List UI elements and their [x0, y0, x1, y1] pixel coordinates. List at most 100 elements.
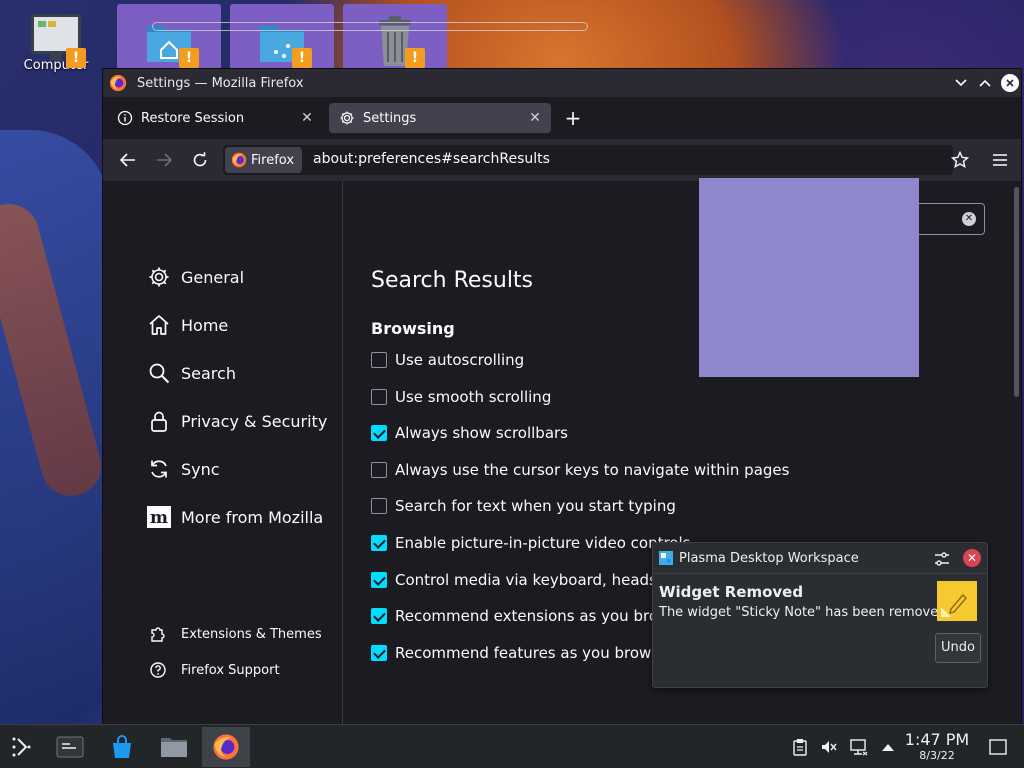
show-hidden-icons-button[interactable]: [878, 737, 898, 757]
reload-button[interactable]: [189, 149, 211, 171]
sidebar-item-home[interactable]: Home: [147, 313, 228, 337]
tab-restore-session[interactable]: Restore Session ✕: [107, 103, 323, 133]
help-icon: [149, 661, 167, 679]
file-manager-button[interactable]: [152, 727, 196, 767]
gear-icon: [340, 111, 354, 125]
notification-popup: Plasma Desktop Workspace ✕ Widget Remove…: [652, 542, 988, 688]
sync-icon: [147, 457, 171, 481]
option-search-when-typing[interactable]: Search for text when you start typing: [371, 497, 676, 515]
identity-box[interactable]: Firefox: [225, 147, 303, 173]
notification-header: Plasma Desktop Workspace ✕: [653, 543, 987, 573]
option-show-scrollbars[interactable]: Always show scrollbars: [371, 424, 568, 442]
tab-settings[interactable]: Settings ✕: [329, 103, 551, 133]
minimize-button[interactable]: [951, 73, 971, 93]
option-recommend-extensions[interactable]: Recommend extensions as you browse: [371, 607, 687, 625]
sidebar-item-search[interactable]: Search: [147, 361, 236, 385]
url-text[interactable]: about:preferences#searchResults: [313, 151, 550, 167]
bookmark-star-button[interactable]: [949, 149, 971, 171]
option-autoscrolling[interactable]: Use autoscrolling: [371, 351, 524, 369]
desktop-icon-home-folder[interactable]: !: [117, 4, 221, 70]
discover-button[interactable]: [100, 727, 144, 767]
checkbox-checked[interactable]: [371, 645, 387, 661]
checkbox-checked[interactable]: [371, 425, 387, 441]
app-menu-button[interactable]: [989, 149, 1011, 171]
firefox-taskbar-button[interactable]: [202, 727, 250, 767]
notification-divider: [653, 573, 987, 574]
checkbox[interactable]: [371, 462, 387, 478]
option-smooth-scrolling[interactable]: Use smooth scrolling: [371, 388, 551, 406]
sidebar-firefox-support[interactable]: Firefox Support: [149, 661, 280, 679]
desktop-icon-computer[interactable]: ! Computer: [20, 14, 92, 73]
option-label: Recommend extensions as you browse: [395, 607, 688, 625]
option-picture-in-picture[interactable]: Enable picture-in-picture video controls: [371, 534, 690, 552]
sidebar-item-sync[interactable]: Sync: [147, 457, 220, 481]
desktop-icon-trash[interactable]: !: [343, 4, 447, 70]
window-switcher-icon: [56, 736, 84, 758]
tab-label: Restore Session: [141, 110, 245, 126]
tab-close-icon[interactable]: ✕: [527, 110, 543, 126]
checkbox-checked[interactable]: [371, 608, 387, 624]
checkbox-checked[interactable]: [371, 535, 387, 551]
overlay-rectangle: [699, 178, 919, 377]
network-tray-icon[interactable]: [849, 737, 869, 757]
back-button[interactable]: [117, 149, 139, 171]
digital-clock[interactable]: 1:47 PM 8/3/22: [900, 731, 974, 763]
checkbox-checked[interactable]: [371, 572, 387, 588]
option-label: Recommend features as you browse: [395, 644, 669, 662]
search-icon: [147, 361, 171, 385]
notification-close-button[interactable]: ✕: [963, 549, 981, 567]
sidebar-item-label: Privacy & Security: [181, 411, 328, 431]
task-switcher-button[interactable]: [48, 727, 92, 767]
undo-button[interactable]: Undo: [935, 633, 981, 663]
close-window-button[interactable]: [1001, 74, 1019, 92]
forward-button[interactable]: [153, 149, 175, 171]
sidebar-item-more-from-mozilla[interactable]: m More from Mozilla: [147, 505, 323, 529]
clear-search-icon[interactable]: ✕: [962, 212, 976, 226]
scrollbar[interactable]: [1011, 181, 1021, 725]
sidebar-extensions-themes[interactable]: Extensions & Themes: [149, 625, 322, 643]
sidebar-item-label: Search: [181, 363, 236, 383]
shopping-bag-icon: [113, 735, 131, 758]
sidebar-item-label: General: [181, 267, 245, 287]
folder-icon: [161, 738, 187, 757]
configure-icon[interactable]: [933, 550, 951, 568]
notification-body: The widget "Sticky Note" has been remove…: [659, 605, 951, 620]
warning-badge-icon: !: [66, 48, 86, 68]
reload-icon: [193, 152, 207, 167]
titlebar[interactable]: Settings — Mozilla Firefox: [103, 69, 1021, 97]
speaker-muted-icon: [822, 741, 837, 753]
firefox-logo-icon: [109, 74, 127, 92]
tab-close-icon[interactable]: ✕: [299, 110, 315, 126]
arrow-right-icon: [157, 153, 172, 167]
checkbox[interactable]: [371, 389, 387, 405]
scrollbar-thumb[interactable]: [1014, 187, 1019, 397]
clipboard-tray-icon[interactable]: [790, 737, 810, 757]
section-heading-browsing: Browsing: [371, 319, 455, 338]
option-recommend-features[interactable]: Recommend features as you browse: [371, 644, 668, 662]
volume-tray-icon[interactable]: [819, 737, 839, 757]
option-label: Use smooth scrolling: [395, 388, 552, 406]
sidebar-item-general[interactable]: General: [147, 265, 244, 289]
show-desktop-button[interactable]: [988, 737, 1008, 757]
svg-text:m: m: [150, 508, 168, 528]
url-bar[interactable]: Firefox about:preferences#searchResults: [223, 145, 953, 175]
maximize-button[interactable]: [975, 73, 995, 93]
sidebar-item-label: Sync: [181, 459, 220, 479]
hamburger-menu-icon: [993, 154, 1007, 166]
page-title: Search Results: [371, 268, 534, 293]
puzzle-icon: [149, 625, 167, 643]
option-label: Always show scrollbars: [395, 424, 568, 442]
application-launcher-button[interactable]: [0, 727, 44, 767]
checkbox[interactable]: [371, 352, 387, 368]
sidebar-item-privacy-security[interactable]: Privacy & Security: [147, 409, 327, 433]
option-cursor-keys[interactable]: Always use the cursor keys to navigate w…: [371, 461, 789, 479]
tab-strip: Restore Session ✕ Settings ✕ +: [103, 97, 1021, 139]
sidebar-footer-label: Extensions & Themes: [181, 626, 322, 642]
sticky-note-icon: [937, 581, 977, 621]
desktop-icon-network-folder[interactable]: !: [230, 4, 334, 70]
checkbox[interactable]: [371, 498, 387, 514]
notification-app-name: Plasma Desktop Workspace: [679, 550, 859, 566]
new-tab-button[interactable]: +: [563, 108, 583, 129]
window-title: Settings — Mozilla Firefox: [137, 75, 304, 91]
close-icon: [1006, 79, 1014, 87]
